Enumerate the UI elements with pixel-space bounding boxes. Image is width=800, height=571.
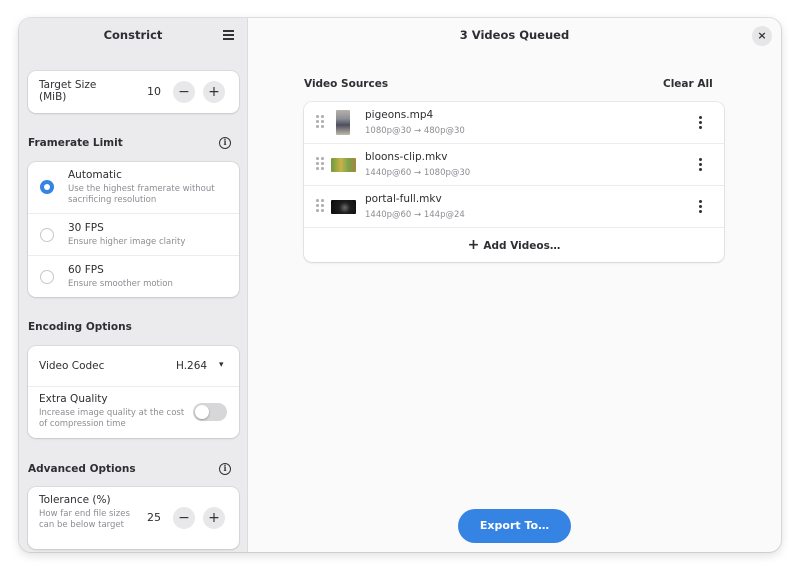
- tolerance-decrement-button[interactable]: −: [173, 507, 195, 529]
- video-meta: 1440p@60 → 1080p@30: [365, 168, 471, 178]
- video-codec-label: Video Codec: [39, 360, 105, 372]
- list-item[interactable]: bloons-clip.mkv 1440p@60 → 1080p@30: [304, 144, 724, 186]
- queue-title: 3 Videos Queued: [459, 28, 570, 42]
- extra-quality-row: Extra Quality Increase image quality at …: [28, 387, 239, 438]
- clear-all-button[interactable]: Clear All: [663, 78, 713, 90]
- tolerance-label: Tolerance (%): [39, 494, 111, 506]
- video-thumbnail: [336, 110, 350, 135]
- tolerance-value[interactable]: 25: [147, 511, 161, 524]
- framerate-info-icon[interactable]: i: [219, 137, 231, 149]
- more-options-icon[interactable]: [696, 116, 704, 130]
- video-codec-value[interactable]: H.264: [176, 360, 207, 372]
- drag-handle-icon[interactable]: [316, 157, 324, 171]
- framerate-option-desc: Use the highest framerate without sacrif…: [68, 184, 215, 205]
- framerate-option-30fps[interactable]: 30 FPS Ensure higher image clarity: [28, 214, 239, 256]
- target-size-value[interactable]: 10: [147, 85, 161, 98]
- video-thumbnail: [331, 158, 356, 172]
- encoding-section-title: Encoding Options: [28, 321, 132, 333]
- framerate-section-title: Framerate Limit: [28, 137, 123, 149]
- radio-automatic[interactable]: [40, 180, 54, 194]
- video-thumbnail: [331, 200, 356, 214]
- drag-handle-icon[interactable]: [316, 199, 324, 213]
- app-title: Constrict: [103, 28, 163, 42]
- video-name: pigeons.mp4: [365, 109, 434, 121]
- video-meta: 1080p@30 → 480p@30: [365, 126, 465, 136]
- target-size-label: Target Size (MiB): [39, 79, 97, 103]
- app-window: Constrict Target Size (MiB) 10 − + Frame…: [19, 18, 781, 552]
- framerate-card: Automatic Use the highest framerate with…: [28, 162, 239, 297]
- sidebar: Constrict Target Size (MiB) 10 − + Frame…: [19, 18, 248, 552]
- close-icon[interactable]: ×: [752, 26, 772, 46]
- tolerance-desc: How far end file sizes can be below targ…: [39, 509, 130, 530]
- extra-quality-label: Extra Quality: [39, 393, 108, 405]
- list-item[interactable]: portal-full.mkv 1440p@60 → 144p@24: [304, 186, 724, 228]
- framerate-option-label: 60 FPS: [68, 264, 104, 276]
- extra-quality-desc: Increase image quality at the cost of co…: [39, 408, 185, 429]
- framerate-option-label: 30 FPS: [68, 222, 104, 234]
- framerate-option-label: Automatic: [68, 169, 122, 181]
- add-videos-label: Add Videos…: [483, 240, 561, 252]
- more-options-icon[interactable]: [696, 158, 704, 172]
- video-name: bloons-clip.mkv: [365, 151, 448, 163]
- framerate-option-60fps[interactable]: 60 FPS Ensure smoother motion: [28, 256, 239, 297]
- video-list: pigeons.mp4 1080p@30 → 480p@30 bloons-cl…: [304, 102, 724, 262]
- add-videos-button[interactable]: + Add Videos…: [304, 228, 724, 262]
- target-size-decrement-button[interactable]: −: [173, 81, 195, 103]
- more-options-icon[interactable]: [696, 200, 704, 214]
- target-size-card: Target Size (MiB) 10 − +: [28, 71, 239, 113]
- video-meta: 1440p@60 → 144p@24: [365, 210, 465, 220]
- target-size-increment-button[interactable]: +: [203, 81, 225, 103]
- framerate-option-automatic[interactable]: Automatic Use the highest framerate with…: [28, 162, 239, 214]
- video-name: portal-full.mkv: [365, 193, 442, 205]
- encoding-card: Video Codec H.264 ▾ Extra Quality Increa…: [28, 346, 239, 438]
- framerate-option-desc: Ensure smoother motion: [68, 279, 173, 289]
- radio-60fps[interactable]: [40, 270, 54, 284]
- hamburger-menu-icon[interactable]: [222, 29, 236, 41]
- sidebar-header: Constrict: [19, 18, 247, 54]
- advanced-section-title: Advanced Options: [28, 463, 136, 475]
- export-button[interactable]: Export To…: [458, 509, 571, 543]
- radio-30fps[interactable]: [40, 228, 54, 242]
- video-codec-row[interactable]: Video Codec H.264 ▾: [28, 346, 239, 387]
- tolerance-increment-button[interactable]: +: [203, 507, 225, 529]
- advanced-info-icon[interactable]: i: [219, 463, 231, 475]
- chevron-down-icon[interactable]: ▾: [219, 360, 224, 370]
- extra-quality-toggle[interactable]: [193, 403, 227, 421]
- list-item[interactable]: pigeons.mp4 1080p@30 → 480p@30: [304, 102, 724, 144]
- drag-handle-icon[interactable]: [316, 115, 324, 129]
- video-sources-title: Video Sources: [304, 78, 389, 90]
- tolerance-card: Tolerance (%) How far end file sizes can…: [28, 487, 239, 549]
- framerate-option-desc: Ensure higher image clarity: [68, 237, 186, 247]
- plus-icon: +: [467, 237, 480, 253]
